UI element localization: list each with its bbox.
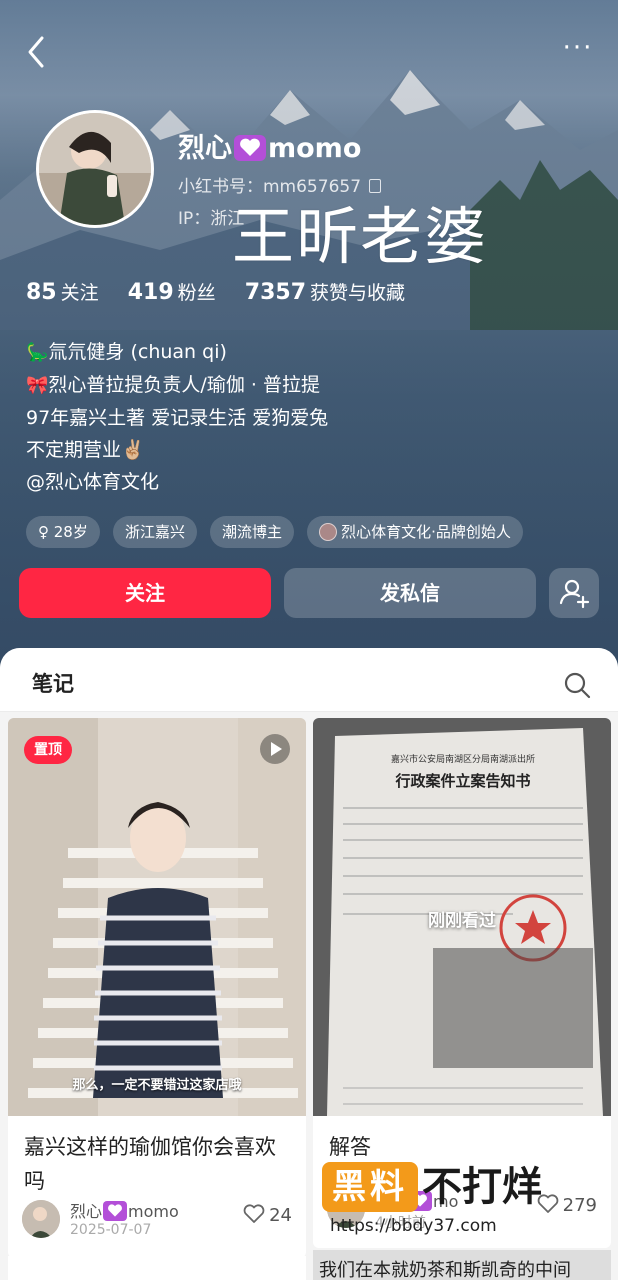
bio-text: 不定期营业✌🏼: [26, 439, 145, 461]
watermark: 黑料 不打烊: [322, 1162, 612, 1212]
add-user-icon: [559, 579, 590, 609]
heart-badge-icon: [103, 1201, 128, 1221]
tag-age: ♀ 28岁: [26, 516, 100, 548]
watermark-url: https://bbdy37.com: [330, 1216, 497, 1236]
search-icon: [564, 672, 591, 699]
profile-name-suffix: momo: [268, 133, 362, 164]
note-title[interactable]: 解答: [313, 1116, 611, 1164]
video-caption: 那么，一定不要错过这家店哦: [72, 1078, 242, 1093]
note-title: 我们在本就奶茶和斯凯奇的中间: [319, 1260, 571, 1280]
more-options-button[interactable]: ···: [558, 33, 598, 66]
author-name-suffix: momo: [128, 1202, 179, 1221]
avatar[interactable]: [36, 110, 154, 228]
profile-name: 烈心 momo: [178, 126, 361, 165]
stat-num: 85: [26, 280, 57, 305]
stat-label: 关注: [60, 282, 99, 304]
author-avatar[interactable]: [22, 1200, 60, 1238]
more-icon: ···: [562, 33, 594, 63]
note-card-partial[interactable]: [8, 1256, 306, 1280]
bio-line: 🎀烈心普拉提负责人/瑜伽 · 普拉提: [26, 369, 328, 402]
heart-outline-icon: [243, 1204, 265, 1223]
stat-label: 粉丝: [177, 282, 216, 304]
stat-label: 获赞与收藏: [310, 282, 406, 304]
bio: 🦕氚氘健身 (chuan qi) 🎀烈心普拉提负责人/瑜伽 · 普拉提 97年嘉…: [26, 336, 328, 498]
profile-name-prefix: 烈心: [178, 133, 232, 164]
add-friend-button[interactable]: [549, 568, 599, 618]
stats-row: 85 关注 419 粉丝 7357 获赞与收藏: [26, 278, 429, 305]
note-thumbnail[interactable]: 置顶 那么，一定不要错过这家店哦: [8, 718, 306, 1116]
note-meta: 烈心 momo 2025-07-07 24: [22, 1200, 292, 1244]
stat-num: 7357: [244, 280, 307, 305]
video-play-icon: [260, 734, 290, 764]
ribbon-icon: 🎀: [26, 375, 49, 396]
tag-category[interactable]: 潮流博主: [210, 516, 295, 548]
heart-badge-icon: [234, 135, 266, 161]
author-name-prefix: 烈心: [70, 1202, 103, 1221]
follow-button[interactable]: 关注: [19, 568, 271, 618]
avatar-photo: [39, 113, 151, 225]
tab-bar: 笔记: [0, 648, 618, 712]
note-title[interactable]: 嘉兴这样的瑜伽馆你会喜欢吗: [8, 1116, 306, 1198]
recently-viewed-label: 刚刚看过: [428, 911, 496, 931]
like-count: 24: [269, 1205, 292, 1226]
pinned-badge: 置顶: [24, 736, 72, 764]
bio-text: @烈心体育文化: [26, 471, 160, 493]
svg-text:嘉兴市公安局南湖区分局南湖派出所: 嘉兴市公安局南湖区分局南湖派出所: [391, 753, 535, 765]
stat-following[interactable]: 85 关注: [26, 278, 99, 305]
note-card[interactable]: 置顶 那么，一定不要错过这家店哦 嘉兴这样的瑜伽馆你会喜欢吗 烈心 momo 20…: [8, 718, 306, 1258]
stat-likes[interactable]: 7357 获赞与收藏: [245, 278, 405, 305]
author-name[interactable]: 烈心 momo: [70, 1198, 179, 1222]
bio-text: 烈心普拉提负责人/瑜伽 · 普拉提: [48, 374, 320, 396]
tag-brand[interactable]: 烈心体育文化·品牌创始人: [307, 516, 523, 548]
watermark-badge: 黑料: [322, 1162, 418, 1212]
like-button[interactable]: 24: [243, 1204, 292, 1226]
dinosaur-icon: 🦕: [26, 342, 49, 363]
tag-location: 浙江嘉兴: [112, 516, 197, 548]
bio-text: 97年嘉兴土著 爱记录生活 爱狗爱兔: [26, 407, 329, 429]
stat-followers[interactable]: 419 粉丝: [128, 278, 216, 305]
note-photo: [8, 718, 306, 1116]
bio-text: 氚氘健身 (chuan qi): [48, 341, 227, 363]
brand-avatar-icon: [319, 523, 338, 541]
bio-mention[interactable]: @烈心体育文化: [26, 466, 328, 498]
stat-num: 419: [127, 280, 174, 305]
watermark-text: 不打烊: [422, 1164, 542, 1210]
bio-line: 97年嘉兴土著 爱记录生活 爱狗爱兔: [26, 402, 328, 434]
document-title: 行政案件立案告知书: [394, 772, 530, 790]
note-date: 2025-07-07: [70, 1222, 152, 1238]
bio-line: 不定期营业✌🏼: [26, 434, 328, 466]
search-button[interactable]: [562, 670, 592, 700]
tag-brand-label: 烈心体育文化·品牌创始人: [341, 523, 511, 541]
tab-notes[interactable]: 笔记: [32, 668, 74, 698]
note-card-partial[interactable]: 我们在本就奶茶和斯凯奇的中间: [313, 1250, 611, 1280]
note-thumbnail[interactable]: 嘉兴市公安局南湖区分局南湖派出所 行政案件立案告知书 刚刚看过: [313, 718, 611, 1116]
message-button[interactable]: 发私信: [284, 568, 536, 618]
chevron-left-icon: [28, 36, 44, 68]
overlay-caption: 王昕老婆: [232, 200, 489, 273]
bio-line: 🦕氚氘健身 (chuan qi): [26, 336, 328, 369]
profile-tags: ♀ 28岁 浙江嘉兴 潮流博主 烈心体育文化·品牌创始人: [26, 516, 531, 548]
back-button[interactable]: [22, 34, 52, 70]
